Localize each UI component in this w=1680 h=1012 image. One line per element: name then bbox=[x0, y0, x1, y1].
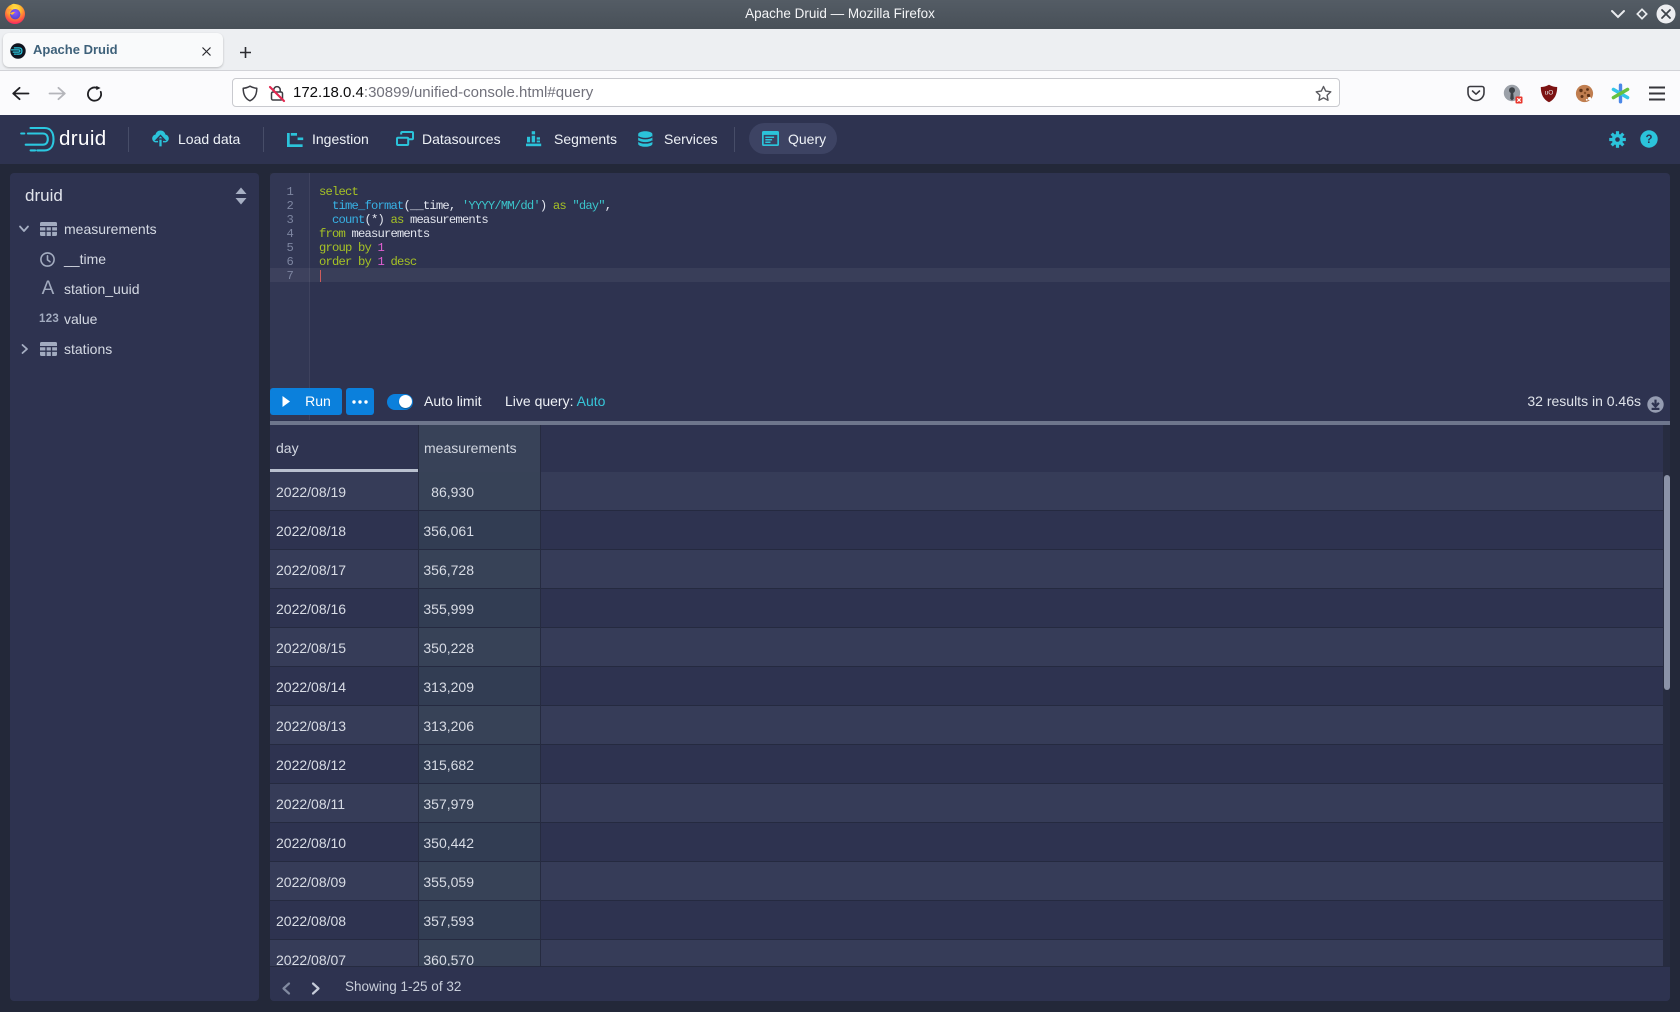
svg-text:?: ? bbox=[1645, 134, 1652, 146]
svg-text:uO: uO bbox=[1545, 90, 1554, 97]
